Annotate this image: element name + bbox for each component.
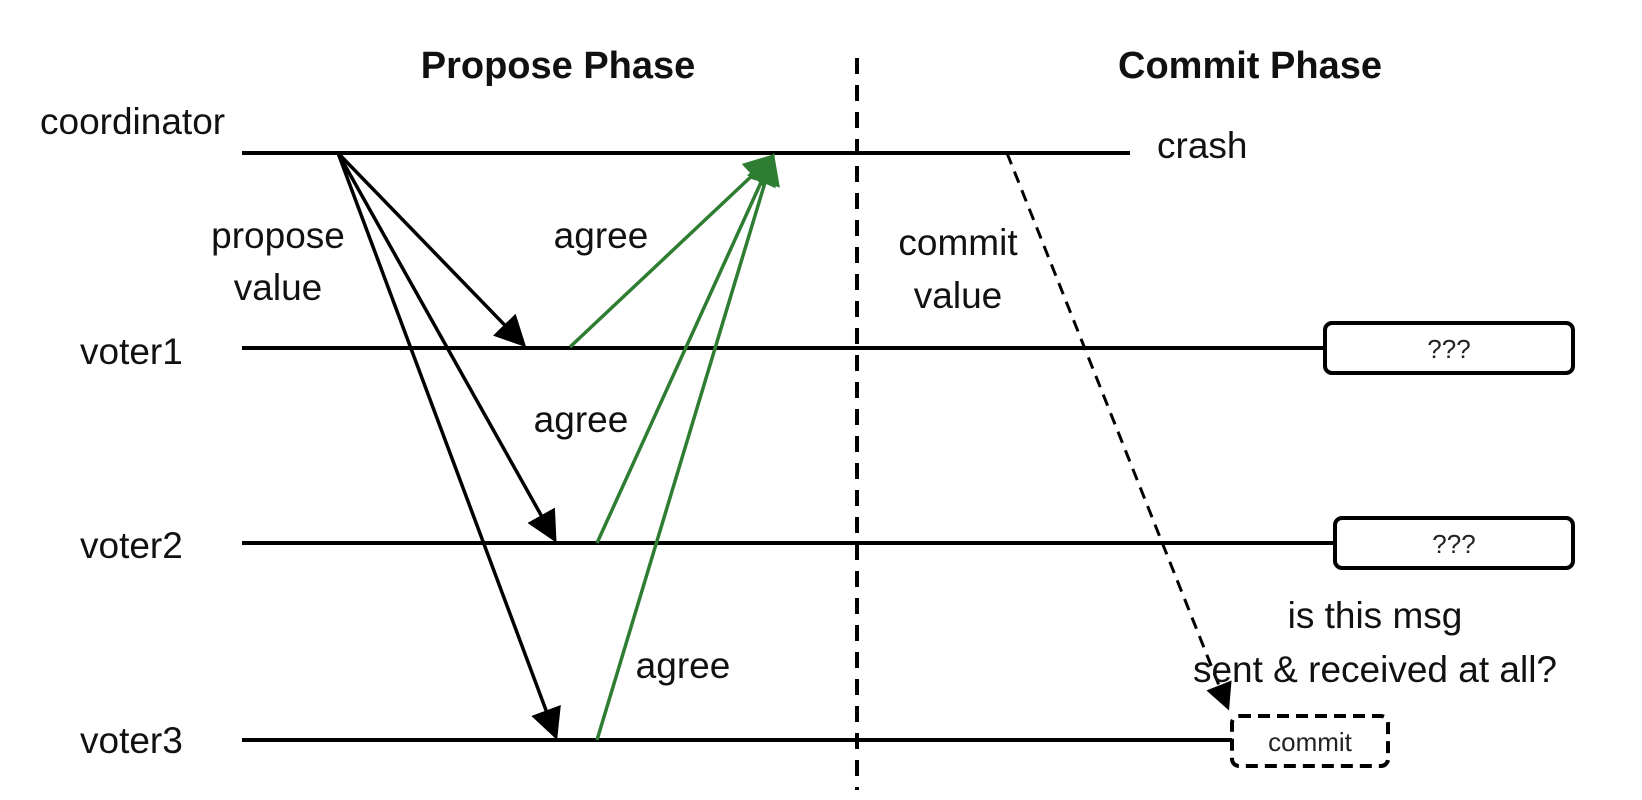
propose-label-line2: value	[234, 267, 322, 308]
commit-label-line2: value	[914, 275, 1002, 316]
commit-phase-heading: Commit Phase	[1118, 45, 1382, 87]
crash-label: crash	[1157, 125, 1247, 166]
commit-label-line1: commit	[898, 222, 1018, 263]
agree-label-voter3: agree	[636, 645, 731, 686]
voter3-label: voter3	[80, 720, 183, 761]
propose-label-line1: propose	[211, 215, 345, 256]
coordinator-label: coordinator	[40, 101, 225, 142]
voter2-label: voter2	[80, 525, 183, 566]
agree-label-voter2: agree	[534, 399, 629, 440]
voter3-state-text: commit	[1268, 727, 1353, 757]
two-phase-commit-diagram: Propose Phase Commit Phase coordinator v…	[40, 45, 1575, 790]
voter1-state-text: ???	[1427, 334, 1470, 364]
propose-arrow-voter3	[336, 152, 561, 740]
question-line1: is this msg	[1288, 595, 1463, 636]
voter2-state-text: ???	[1432, 529, 1475, 559]
commit-arrow-voter3	[1005, 152, 1232, 711]
propose-phase-heading: Propose Phase	[421, 45, 696, 87]
question-line2: sent & received at all?	[1193, 649, 1557, 690]
agree-label-voter1: agree	[554, 215, 649, 256]
voter1-label: voter1	[80, 331, 183, 372]
